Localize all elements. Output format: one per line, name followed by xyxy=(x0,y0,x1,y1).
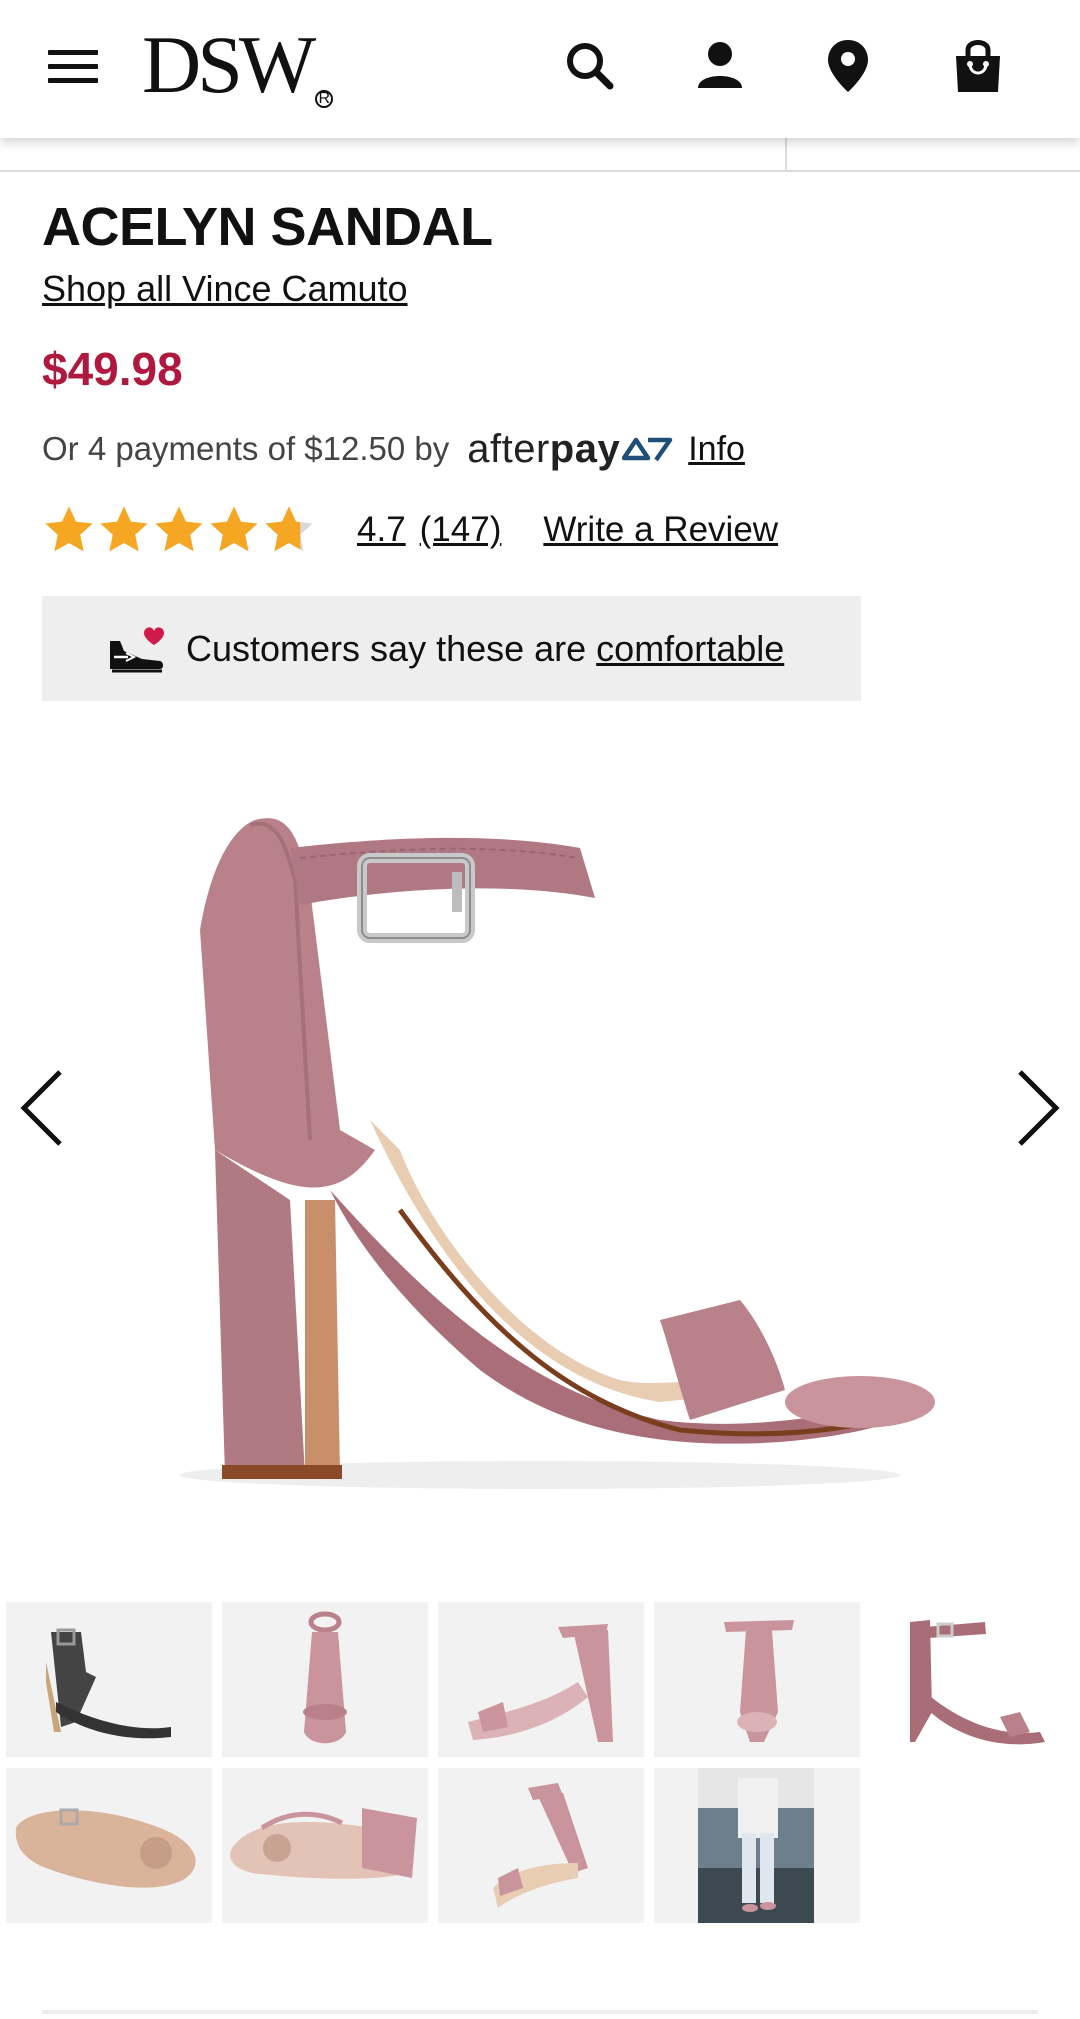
thumbnail-side-selected[interactable] xyxy=(870,1602,1076,1757)
write-review-link[interactable]: Write a Review xyxy=(543,510,778,550)
thumbnail-front[interactable] xyxy=(222,1602,428,1757)
account-icon[interactable] xyxy=(690,36,750,96)
thumbnail-side-pink[interactable] xyxy=(438,1602,644,1757)
section-divider xyxy=(42,2010,1038,2014)
location-icon[interactable] xyxy=(818,36,878,96)
thumbnail-black-side[interactable] xyxy=(6,1602,212,1757)
comfortable-link[interactable]: comfortable xyxy=(596,628,784,670)
menu-icon[interactable] xyxy=(48,50,98,84)
subnav-divider xyxy=(785,138,787,170)
thumbnail-back[interactable] xyxy=(654,1602,860,1757)
afterpay-text: Or 4 payments of $12.50 by xyxy=(42,430,450,467)
afterpay-row: Or 4 payments of $12.50 by after pay Info xyxy=(42,424,745,474)
previous-image-arrow[interactable] xyxy=(18,1068,68,1148)
thumbnail-lifestyle-photo[interactable] xyxy=(654,1768,860,1923)
review-count[interactable]: (147) xyxy=(420,510,502,550)
star-partial-icon xyxy=(265,506,313,552)
product-title: ACELYN SANDAL xyxy=(42,197,493,257)
main-product-image[interactable] xyxy=(100,730,980,1520)
site-header: DSW R xyxy=(0,0,1080,138)
shop-brand-link[interactable]: Shop all Vince Camuto xyxy=(42,268,408,310)
rating-row: 4.7 (147) Write a Review xyxy=(42,502,778,558)
afterpay-arrows-icon xyxy=(622,437,673,462)
dsw-logo[interactable]: DSW R xyxy=(142,20,334,110)
comfort-text: Customers say these are xyxy=(186,627,587,669)
star-icon xyxy=(210,506,258,552)
star-rating[interactable] xyxy=(42,503,317,557)
star-icon xyxy=(100,506,148,552)
next-image-arrow[interactable] xyxy=(1012,1068,1062,1148)
comfort-banner: Customers say these are comfortable xyxy=(42,596,861,701)
rating-value[interactable]: 4.7 xyxy=(357,510,406,550)
thumbnail-top-view[interactable] xyxy=(222,1768,428,1923)
comfortable-shoe-icon xyxy=(110,626,164,672)
afterpay-logo: after pay xyxy=(467,427,674,472)
star-icon xyxy=(45,506,93,552)
thumbnail-angle[interactable] xyxy=(438,1768,644,1923)
search-icon[interactable] xyxy=(560,36,620,96)
bag-icon[interactable] xyxy=(948,36,1008,96)
thumbnail-insole[interactable] xyxy=(6,1768,212,1923)
product-price: $49.98 xyxy=(42,343,183,395)
sub-navigation xyxy=(0,138,1080,172)
star-icon xyxy=(155,506,203,552)
afterpay-info-link[interactable]: Info xyxy=(688,430,745,469)
